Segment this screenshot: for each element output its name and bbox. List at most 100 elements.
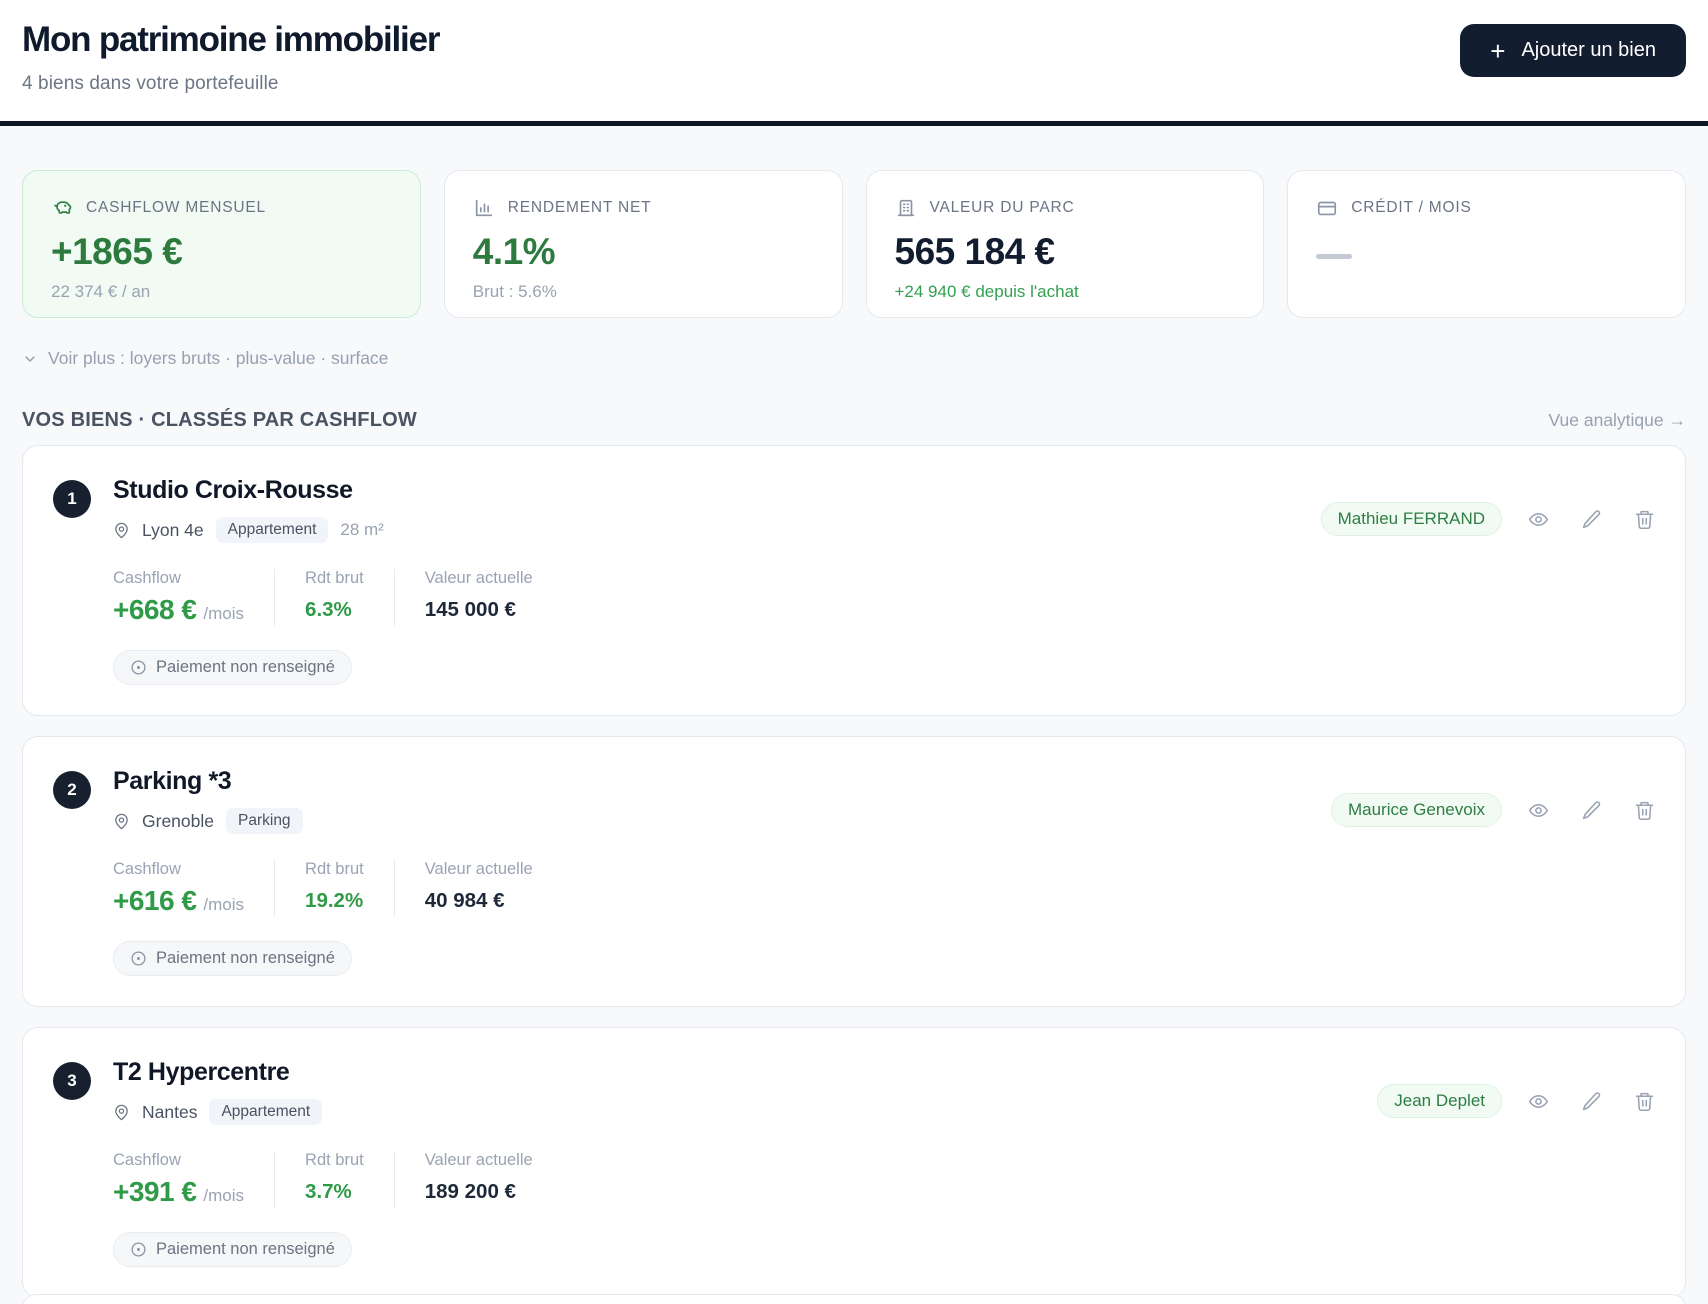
- stat-label-credit: CRÉDIT / MOIS: [1351, 199, 1472, 216]
- voir-plus-toggle[interactable]: Voir plus : loyers bruts · plus-value · …: [22, 348, 1686, 369]
- payment-status-label: Paiement non renseigné: [156, 1240, 335, 1258]
- eye-icon: [1528, 512, 1549, 526]
- property-card: 2 Parking *3 Grenoble Parking Cashflow +…: [22, 736, 1686, 1007]
- pencil-icon: [1582, 800, 1601, 819]
- empty-value-dash: [1316, 254, 1353, 259]
- property-card: 3 T2 Hypercentre Nantes Appartement Cash…: [22, 1027, 1686, 1298]
- alert-circle-icon: [131, 1242, 146, 1257]
- stats-row: CASHFLOW MENSUEL +1865 € 22 374 € / an R…: [22, 170, 1686, 318]
- plus-icon: +: [1490, 35, 1506, 66]
- rdt-value: 3.7%: [305, 1180, 352, 1203]
- eye-icon: [1528, 803, 1549, 817]
- property-name: T2 Hypercentre: [113, 1058, 290, 1086]
- edit-button[interactable]: [1581, 509, 1602, 530]
- rdt-label: Rdt brut: [305, 1151, 364, 1169]
- map-pin-icon: [115, 522, 128, 538]
- delete-button[interactable]: [1634, 509, 1655, 530]
- property-city: Lyon 4e: [142, 519, 204, 540]
- section-title: VOS BIENS · CLASSÉS PAR CASHFLOW: [22, 409, 417, 431]
- property-city: Grenoble: [142, 810, 214, 831]
- stat-label-valeur: VALEUR DU PARC: [929, 199, 1075, 216]
- stat-card-valeur: VALEUR DU PARC 565 184 € +24 940 € depui…: [865, 170, 1265, 318]
- analytics-view-link[interactable]: Vue analytique →: [1549, 410, 1687, 431]
- stat-label-cashflow: CASHFLOW MENSUEL: [86, 199, 266, 216]
- cashflow-label: Cashflow: [113, 860, 181, 878]
- stat-card-credit: CRÉDIT / MOIS: [1287, 170, 1686, 318]
- payment-status-label: Paiement non renseigné: [156, 658, 335, 676]
- cashflow-label: Cashflow: [113, 1151, 181, 1169]
- owner-badge: Jean Deplet: [1377, 1084, 1502, 1118]
- rank-badge: 1: [53, 480, 91, 518]
- delete-button[interactable]: [1634, 800, 1655, 821]
- edit-button[interactable]: [1581, 800, 1602, 821]
- eye-icon: [1528, 1094, 1549, 1108]
- edit-button[interactable]: [1581, 1091, 1602, 1112]
- stat-sub-rendement: Brut : 5.6%: [472, 282, 557, 301]
- trash-icon: [1635, 1092, 1654, 1111]
- rdt-value: 19.2%: [305, 889, 364, 912]
- rdt-label: Rdt brut: [305, 569, 364, 587]
- current-value: 145 000 €: [424, 598, 516, 621]
- cashflow-label: Cashflow: [113, 569, 181, 587]
- add-property-label: Ajouter un bien: [1521, 39, 1656, 61]
- stat-sub-cashflow: 22 374 € / an: [51, 282, 151, 301]
- pencil-icon: [1582, 509, 1601, 528]
- property-type-tag: Parking: [226, 808, 303, 834]
- delete-button[interactable]: [1634, 1091, 1655, 1112]
- stat-value-rendement: 4.1%: [472, 231, 556, 272]
- current-value: 40 984 €: [424, 889, 505, 912]
- view-button[interactable]: [1528, 509, 1549, 530]
- rdt-value: 6.3%: [305, 598, 352, 621]
- payment-status-badge: Paiement non renseigné: [113, 650, 352, 685]
- property-type-tag: Appartement: [215, 517, 329, 543]
- piggy-bank-icon: [54, 201, 72, 214]
- property-name: Parking *3: [113, 767, 232, 795]
- trash-icon: [1635, 801, 1654, 820]
- cashflow-value: +616 €: [113, 885, 197, 916]
- rdt-label: Rdt brut: [305, 860, 364, 878]
- property-surface: 28 m²: [340, 520, 384, 539]
- property-name: Studio Croix-Rousse: [113, 476, 353, 504]
- rank-badge: 2: [53, 771, 91, 809]
- payment-status-label: Paiement non renseigné: [156, 949, 335, 967]
- map-pin-icon: [115, 813, 128, 829]
- per-month-label: /mois: [203, 604, 245, 623]
- alert-circle-icon: [131, 951, 146, 966]
- view-button[interactable]: [1528, 800, 1549, 821]
- property-card: 1 Studio Croix-Rousse Lyon 4e Appartemen…: [22, 445, 1686, 716]
- chevron-down-icon: [25, 355, 35, 362]
- rank-badge: 3: [53, 1062, 91, 1100]
- page-title: Mon patrimoine immobilier: [22, 20, 440, 59]
- per-month-label: /mois: [203, 1186, 245, 1205]
- value-label: Valeur actuelle: [424, 1151, 533, 1169]
- building-icon: [897, 199, 914, 217]
- owner-badge: Maurice Genevoix: [1330, 793, 1502, 827]
- value-label: Valeur actuelle: [424, 860, 533, 878]
- bar-chart-icon: [475, 199, 492, 217]
- stat-card-rendement: RENDEMENT NET 4.1% Brut : 5.6%: [443, 170, 843, 318]
- view-button[interactable]: [1528, 1091, 1549, 1112]
- property-city: Nantes: [142, 1101, 198, 1122]
- trash-icon: [1635, 510, 1654, 529]
- page-subtitle: 4 biens dans votre portefeuille: [22, 73, 279, 94]
- per-month-label: /mois: [203, 895, 245, 914]
- stat-value-valeur: 565 184 €: [894, 231, 1056, 272]
- stat-card-cashflow: CASHFLOW MENSUEL +1865 € 22 374 € / an: [22, 170, 421, 318]
- cashflow-value: +391 €: [113, 1176, 197, 1207]
- payment-status-badge: Paiement non renseigné: [113, 941, 352, 976]
- property-card-partial: [22, 1294, 1686, 1304]
- current-value: 189 200 €: [424, 1180, 516, 1203]
- owner-badge: Mathieu FERRAND: [1320, 502, 1502, 536]
- cashflow-value: +668 €: [113, 594, 197, 625]
- pencil-icon: [1582, 1091, 1601, 1110]
- stat-sub-valeur: +24 940 € depuis l'achat: [894, 282, 1079, 301]
- stat-label-rendement: RENDEMENT NET: [507, 199, 652, 216]
- property-type-tag: Appartement: [209, 1099, 323, 1125]
- map-pin-icon: [115, 1104, 128, 1120]
- value-label: Valeur actuelle: [424, 569, 533, 587]
- add-property-button[interactable]: + Ajouter un bien: [1460, 24, 1686, 77]
- credit-card-icon: [1318, 201, 1337, 216]
- voir-plus-label: Voir plus : loyers bruts · plus-value · …: [48, 348, 389, 368]
- page-header: Mon patrimoine immobilier 4 biens dans v…: [0, 0, 1708, 126]
- alert-circle-icon: [131, 660, 146, 675]
